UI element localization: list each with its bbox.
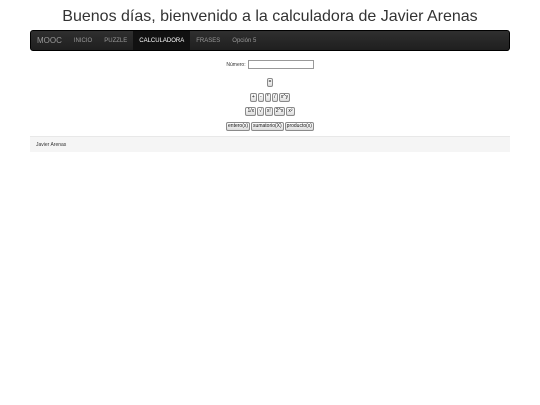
number-label: Número: <box>226 61 246 68</box>
unary-ops-row: 1/x √ x! 2^x x² <box>0 107 540 116</box>
equals-row: = <box>0 78 540 87</box>
navbar-brand[interactable]: MOOC <box>31 31 68 50</box>
footer: Javier Arenas <box>30 136 510 152</box>
multiply-button[interactable]: * <box>264 93 271 102</box>
sqrt-button[interactable]: √ <box>257 107 264 116</box>
equals-button[interactable]: = <box>266 78 274 87</box>
number-field-row: Número: <box>0 60 540 69</box>
square-button[interactable]: x² <box>286 107 295 116</box>
factorial-button[interactable]: x! <box>264 107 273 116</box>
reciprocal-button[interactable]: 1/x <box>245 107 257 116</box>
nav-item-inicio[interactable]: INICIO <box>68 31 98 50</box>
nav-item-frases[interactable]: FRASES <box>190 31 226 50</box>
basic-ops-row: + - * / x^y <box>0 93 540 102</box>
nav-item-puzzle[interactable]: PUZZLE <box>98 31 133 50</box>
power-of-two-button[interactable]: 2^x <box>273 107 286 116</box>
power-button[interactable]: x^y <box>278 93 291 102</box>
nav-item-calculadora[interactable]: CALCULADORA <box>133 31 191 50</box>
entero-button[interactable]: entero(x) <box>226 122 251 131</box>
sumatorio-button[interactable]: sumatorio(X) <box>251 122 284 131</box>
divide-button[interactable]: / <box>271 93 278 102</box>
top-navbar: MOOC INICIO PUZZLE CALCULADORA FRASES Op… <box>30 30 510 51</box>
nav-item-opcion-5[interactable]: Opción 5 <box>226 31 262 50</box>
add-button[interactable]: + <box>249 93 257 102</box>
number-input[interactable] <box>247 60 314 69</box>
subtract-button[interactable]: - <box>257 93 264 102</box>
page-title: Buenos días, bienvenido a la calculadora… <box>62 8 478 25</box>
footer-author: Javier Arenas <box>36 141 67 148</box>
function-ops-row: entero(x) sumatorio(X) producto(x) <box>0 122 540 131</box>
producto-button[interactable]: producto(x) <box>284 122 314 131</box>
